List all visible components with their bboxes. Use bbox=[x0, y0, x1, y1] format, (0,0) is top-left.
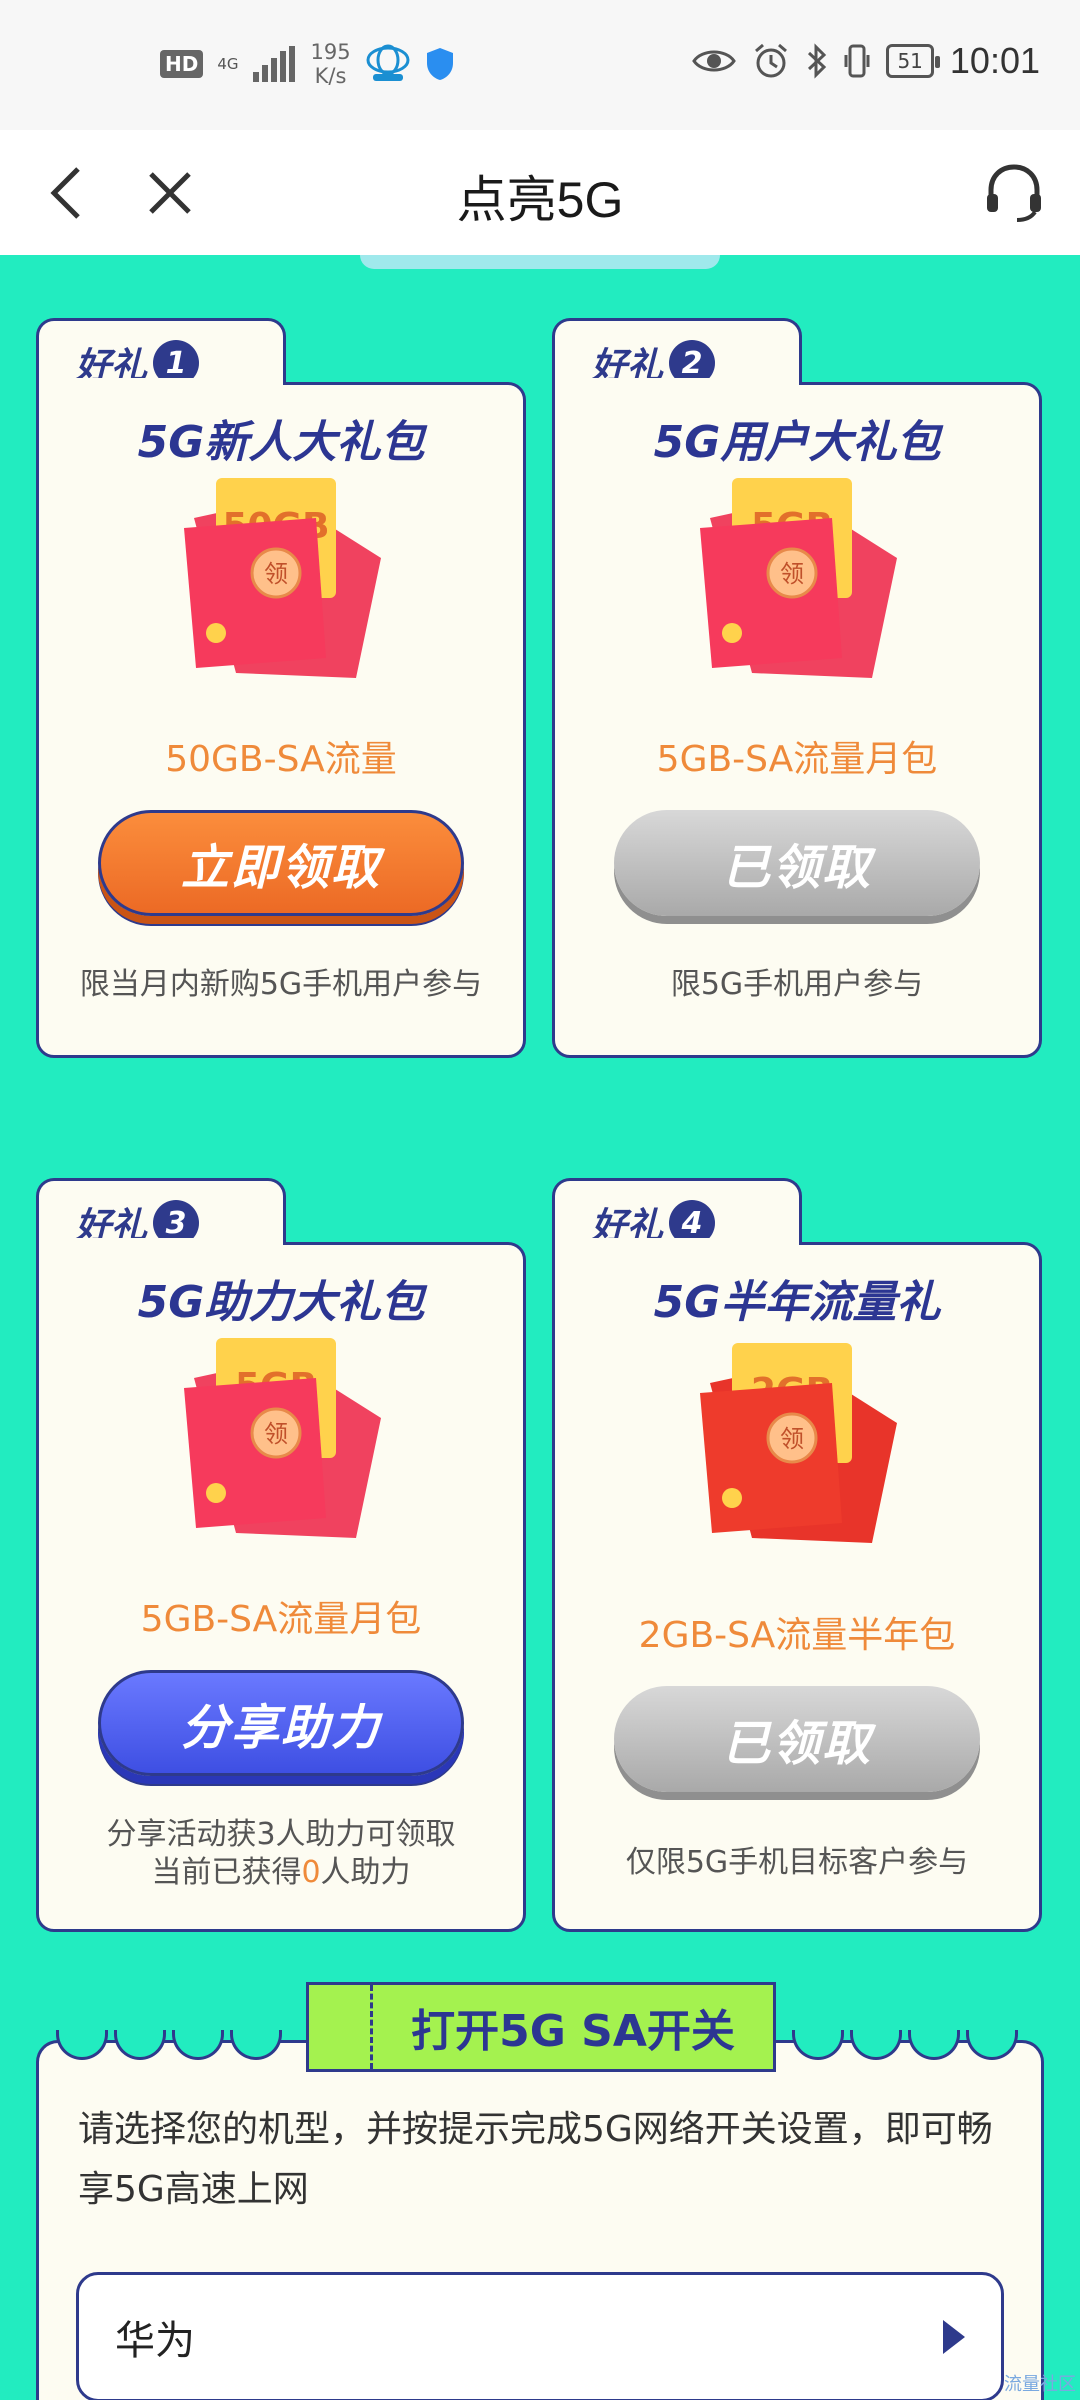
headset-icon bbox=[987, 164, 1041, 222]
red-packet-image: 5GB 领 bbox=[184, 1338, 381, 1538]
phone-brand-select[interactable]: 华为 bbox=[76, 2272, 1004, 2400]
packet-stamp: 领 bbox=[780, 1425, 804, 1453]
gift-card-2: 好礼 2 5G用户大礼包 5GB 领 5GB-SA流量月包 已领取 限5G手机用… bbox=[552, 318, 1042, 1058]
gift-title: 5G半年流量礼 bbox=[653, 1277, 941, 1328]
triangle-right-icon bbox=[943, 2320, 965, 2354]
gift-assist-note: 分享活动获3人助力可领取 当前已获得0人助力 bbox=[36, 1816, 526, 1892]
gift-title: 5G用户大礼包 bbox=[653, 417, 941, 468]
hd-badge: HD bbox=[160, 50, 204, 78]
carrier-icon bbox=[366, 44, 410, 81]
status-bar-left: HD 4G 195 K/s bbox=[160, 40, 455, 88]
sa-switch-description: 请选择您的机型，并按提示完成5G网络开关设置，即可畅享5G高速上网 bbox=[78, 2109, 993, 2210]
eye-icon bbox=[692, 50, 737, 72]
gift-card-4: 好礼 4 5G半年流量礼 2GB 领 2GB-SA流量半年包 已领取 仅限5G手… bbox=[552, 1178, 1042, 1938]
selected-brand: 华为 bbox=[115, 2318, 195, 2364]
tab-joint bbox=[39, 1238, 283, 1248]
gift-eligibility-note: 限5G手机用户参与 bbox=[670, 967, 924, 1002]
gift-description: 50GB-SA流量 bbox=[165, 739, 397, 780]
page-title: 点亮5G bbox=[456, 172, 624, 228]
clock: 10:01 bbox=[949, 40, 1040, 81]
banner-arc-decoration bbox=[360, 255, 720, 269]
assist-rule: 分享活动获3人助力可领取 bbox=[106, 1817, 456, 1852]
red-packet-image: 50GB 领 bbox=[184, 478, 381, 678]
gift-eligibility-note: 限当月内新购5G手机用户参与 bbox=[79, 967, 483, 1002]
red-packet-image: 2GB 领 bbox=[700, 1343, 897, 1543]
sa-switch-section: 打开5G SA开关 请选择您的机型，并按提示完成5G网络开关设置，即可畅享5G高… bbox=[36, 1982, 1044, 2400]
scallop-decoration-right bbox=[792, 2030, 1024, 2060]
gift-title: 5G助力大礼包 bbox=[137, 1277, 425, 1328]
gift-card-1: 好礼 1 5G新人大礼包 50GB 领 50GB-SA流量 立即领取 限当月内新… bbox=[36, 318, 526, 1058]
banner-dashed-edge bbox=[309, 1985, 373, 2069]
scallop bbox=[230, 2030, 282, 2060]
bluetooth-icon bbox=[808, 43, 827, 79]
customer-service-button[interactable] bbox=[976, 155, 1052, 231]
scallop bbox=[172, 2030, 224, 2060]
scallop bbox=[792, 2030, 844, 2060]
speed-unit: K/s bbox=[314, 64, 347, 88]
vibrate-icon bbox=[844, 44, 870, 78]
packet-stamp: 领 bbox=[264, 1420, 288, 1448]
assist-count: 0 bbox=[301, 1855, 321, 1890]
header: 点亮5G bbox=[0, 130, 1080, 255]
sa-switch-banner: 打开5G SA开关 bbox=[306, 1982, 776, 2072]
claimed-button[interactable]: 已领取 bbox=[614, 810, 980, 916]
assist-progress: 当前已获得0人助力 bbox=[36, 1854, 526, 1892]
sa-switch-title: 打开5G SA开关 bbox=[411, 2006, 735, 2057]
scallop bbox=[966, 2030, 1018, 2060]
scallop-decoration-left bbox=[56, 2030, 288, 2060]
alarm-icon bbox=[755, 43, 788, 78]
scallop bbox=[56, 2030, 108, 2060]
status-bar: HD 4G 195 K/s 51 10:01 bbox=[0, 0, 1080, 130]
assist-progress-suffix: 人助力 bbox=[320, 1855, 411, 1890]
watermark: 流量社区 bbox=[1004, 2374, 1076, 2395]
status-bar-right: 51 10:01 bbox=[692, 40, 1040, 82]
gift-card-3: 好礼 3 5G助力大礼包 5GB 领 5GB-SA流量月包 分享助力 分享活动获… bbox=[36, 1178, 526, 1938]
share-assist-button[interactable]: 分享助力 bbox=[98, 1670, 464, 1776]
gift-description: 2GB-SA流量半年包 bbox=[638, 1615, 956, 1656]
tab-joint bbox=[39, 378, 283, 388]
gift-eligibility-note: 仅限5G手机目标客户参与 bbox=[625, 1845, 969, 1880]
signal-icon bbox=[252, 46, 295, 82]
assist-progress-prefix: 当前已获得 bbox=[151, 1855, 302, 1890]
battery-icon: 51 bbox=[886, 44, 941, 78]
gift-title: 5G新人大礼包 bbox=[137, 417, 425, 468]
network-type: 4G bbox=[217, 55, 239, 73]
packet-stamp: 领 bbox=[780, 560, 804, 588]
scallop bbox=[114, 2030, 166, 2060]
packet-stamp: 领 bbox=[264, 560, 288, 588]
tab-joint bbox=[555, 378, 799, 388]
gift-description: 5GB-SA流量月包 bbox=[140, 1599, 422, 1640]
claim-now-button[interactable]: 立即领取 bbox=[98, 810, 464, 916]
speed-value: 195 bbox=[310, 40, 351, 64]
network-speed: 195 K/s bbox=[311, 40, 351, 88]
scallop bbox=[850, 2030, 902, 2060]
tab-joint bbox=[555, 1238, 799, 1248]
scallop bbox=[908, 2030, 960, 2060]
gift-description: 5GB-SA流量月包 bbox=[656, 739, 938, 780]
red-packet-image: 5GB 领 bbox=[700, 478, 897, 678]
claimed-button[interactable]: 已领取 bbox=[614, 1686, 980, 1792]
shield-icon bbox=[426, 48, 453, 80]
